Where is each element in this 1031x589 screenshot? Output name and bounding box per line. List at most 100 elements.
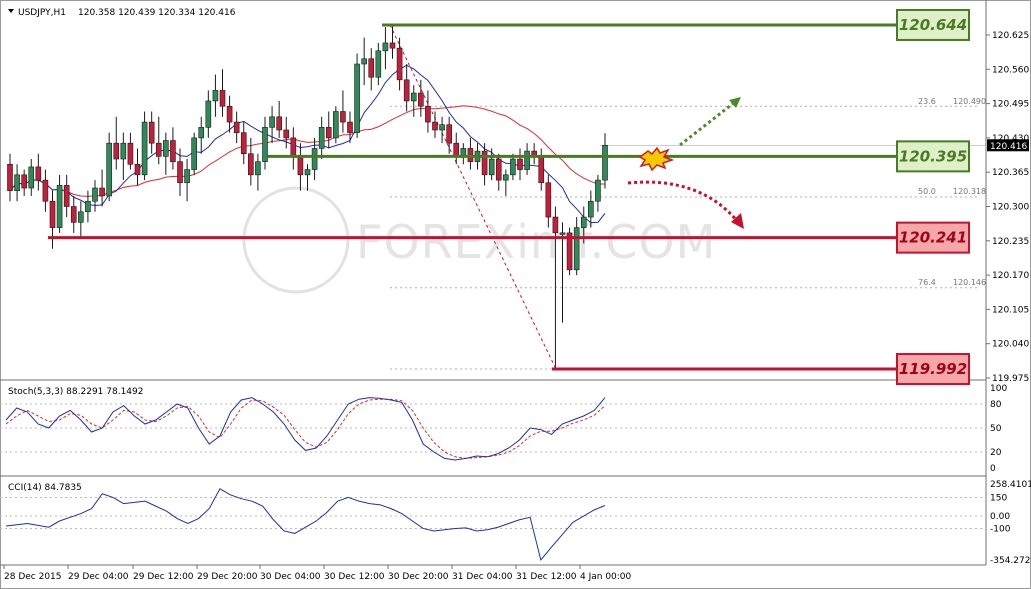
candle-body <box>517 158 523 170</box>
candle-body <box>28 166 35 189</box>
candle-body <box>318 127 325 149</box>
candle-body <box>403 79 410 102</box>
level-box: 120.395 <box>896 140 970 173</box>
candle-body <box>573 227 580 271</box>
time-tick-label: 29 Dec 20:00 <box>197 572 258 582</box>
symbol-label: USDJPY,H1 <box>18 8 66 18</box>
candle-body <box>248 153 254 176</box>
candle-body <box>92 187 98 202</box>
watermark-text: FOREXimf.COM <box>356 215 716 269</box>
candle-body <box>134 163 141 176</box>
time-tick-label: 29 Dec 04:00 <box>68 572 129 582</box>
candle-body <box>78 211 84 223</box>
candle-body <box>127 142 134 165</box>
candle-body <box>99 187 105 197</box>
candle-body <box>425 105 431 123</box>
price-tick-label: 120.625 <box>992 31 1029 41</box>
candle-body <box>410 92 417 102</box>
candle-body <box>226 105 233 123</box>
candle-body <box>56 185 63 228</box>
candle <box>354 53 360 138</box>
level-label: 119.992 <box>899 360 967 378</box>
chart-header: USDJPY,H1 120.358 120.439 120.334 120.41… <box>8 8 236 18</box>
candle-body <box>63 185 70 207</box>
candle-body <box>170 140 176 162</box>
price-tick-label: 120.300 <box>992 203 1029 213</box>
candle-body <box>396 47 403 81</box>
candle-body <box>304 169 311 176</box>
candle-body <box>559 232 566 235</box>
level-label: 120.395 <box>899 147 967 165</box>
candle-body <box>120 142 127 160</box>
stoch-tick-label: 20 <box>990 448 1002 458</box>
level-box: 120.241 <box>896 221 970 254</box>
current-price-label: 120.416 <box>990 142 1027 152</box>
ohlc-label: 120.358 120.439 120.334 120.416 <box>78 8 236 18</box>
candle-body <box>191 137 197 170</box>
candle-body <box>219 90 226 107</box>
stoch-tick-label: 80 <box>990 400 1002 410</box>
time-tick-label: 28 Dec 2015 <box>4 572 62 582</box>
candle-body <box>347 121 353 133</box>
candle-body <box>382 42 389 52</box>
price-tick-label: 120.365 <box>992 168 1029 178</box>
cci-tick-label: 0.00 <box>990 512 1010 522</box>
candle-body <box>49 200 56 228</box>
time-tick-label: 30 Dec 12:00 <box>324 572 385 582</box>
candle-body <box>580 216 587 228</box>
stoch-tick-label: 50 <box>990 424 1002 434</box>
price-tick-label: 120.560 <box>992 65 1029 75</box>
candle-body <box>70 206 77 223</box>
candle-body <box>524 150 530 170</box>
candle <box>141 111 148 181</box>
candle-body <box>389 42 396 49</box>
candle-body <box>595 179 601 202</box>
time-tick-label: 31 Dec 12:00 <box>516 572 577 582</box>
fib-value: 120.318 <box>953 187 986 196</box>
candle-body <box>588 200 594 218</box>
candle-body <box>418 92 424 107</box>
candle-body <box>503 174 509 181</box>
time-tick-label: 4 Jan 00:00 <box>580 572 632 582</box>
candle-body <box>240 132 247 155</box>
candle-body <box>481 150 488 176</box>
cci-tick-label: -354.2724 <box>990 556 1031 566</box>
time-tick-label: 29 Dec 12:00 <box>133 572 194 582</box>
level-box: 120.644 <box>896 8 970 41</box>
candle-body <box>21 174 27 189</box>
cci-tick-label: 150 <box>990 493 1007 503</box>
fib-value: 120.490 <box>953 97 986 106</box>
candle-body <box>141 121 148 176</box>
level-box: 119.992 <box>896 353 970 386</box>
candle-body <box>35 166 42 181</box>
candle-body <box>14 174 20 191</box>
candle-body <box>106 142 112 197</box>
candle-body <box>446 124 452 144</box>
candle-body <box>155 142 162 157</box>
candle-body <box>163 140 169 157</box>
fib-ratio: 76.4 <box>918 278 936 287</box>
candle-body <box>7 163 13 191</box>
candle-body <box>439 124 445 131</box>
candle-body <box>545 182 552 218</box>
level-label: 120.644 <box>899 16 967 34</box>
stoch-tick-label: 100 <box>990 384 1007 394</box>
candle-body <box>198 127 205 139</box>
candle-body <box>311 148 318 170</box>
candle-body <box>453 142 460 157</box>
candle-body <box>354 63 360 133</box>
candle-body <box>495 158 502 181</box>
fib-value: 120.146 <box>953 278 986 287</box>
candle-body <box>552 216 559 234</box>
candle-body <box>290 137 297 157</box>
stoch-title: Stoch(5,3,3) 88.2291 78.1492 <box>8 387 143 397</box>
candle-body <box>538 156 545 184</box>
candle-body <box>255 161 261 176</box>
candle-body <box>432 121 438 131</box>
candle-body <box>361 58 367 65</box>
candle-body <box>375 50 382 78</box>
candle-body <box>276 116 282 131</box>
candle <box>333 106 339 144</box>
chart-window: FOREXimf.COM USDJPY,H1 120.358 120.439 1… <box>0 0 1031 589</box>
price-tick-label: 120.495 <box>992 100 1029 110</box>
